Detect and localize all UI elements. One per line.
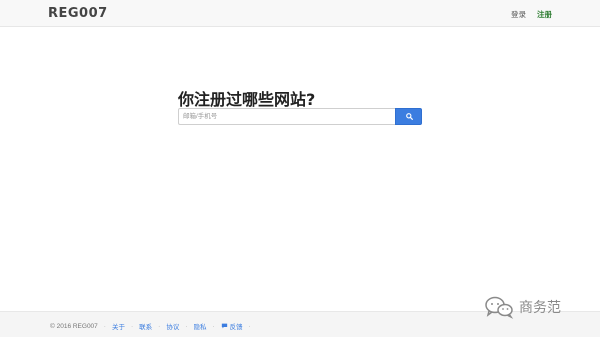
footer-link-agreement[interactable]: 协议 — [166, 321, 179, 331]
brand-logo[interactable]: REG007 — [48, 6, 108, 21]
footer-links: © 2016 REG007 · 关于 · 联系 · 协议 · 隐私 · 反馈 · — [50, 321, 257, 332]
separator: · — [130, 322, 134, 330]
footer-link-privacy[interactable]: 隐私 — [193, 321, 206, 331]
search-icon — [406, 113, 413, 120]
separator: · — [212, 322, 215, 330]
separator: · — [158, 322, 161, 330]
top-navbar: REG007 登录 注册 — [0, 0, 600, 27]
copyright-text: © 2016 REG007 — [50, 322, 98, 330]
footer-link-feedback[interactable]: 反馈 — [221, 321, 243, 331]
footer-link-contact[interactable]: 联系 — [139, 321, 152, 331]
search-input[interactable] — [178, 108, 396, 125]
page-title: 你注册过哪些网站? — [178, 90, 316, 109]
search-bar — [178, 108, 422, 125]
comment-icon — [221, 323, 227, 329]
feedback-label: 反馈 — [229, 324, 243, 331]
separator: · — [185, 322, 188, 330]
search-button[interactable] — [395, 108, 422, 125]
footer-link-about[interactable]: 关于 — [112, 321, 125, 331]
register-link[interactable]: 注册 — [537, 9, 552, 20]
watermark-text: 商务范 — [519, 300, 561, 316]
watermark: 商务范 — [484, 293, 594, 321]
login-link[interactable]: 登录 — [511, 9, 526, 20]
separator: · — [103, 322, 106, 330]
wechat-logo-icon — [485, 296, 514, 319]
separator: · — [248, 322, 251, 330]
